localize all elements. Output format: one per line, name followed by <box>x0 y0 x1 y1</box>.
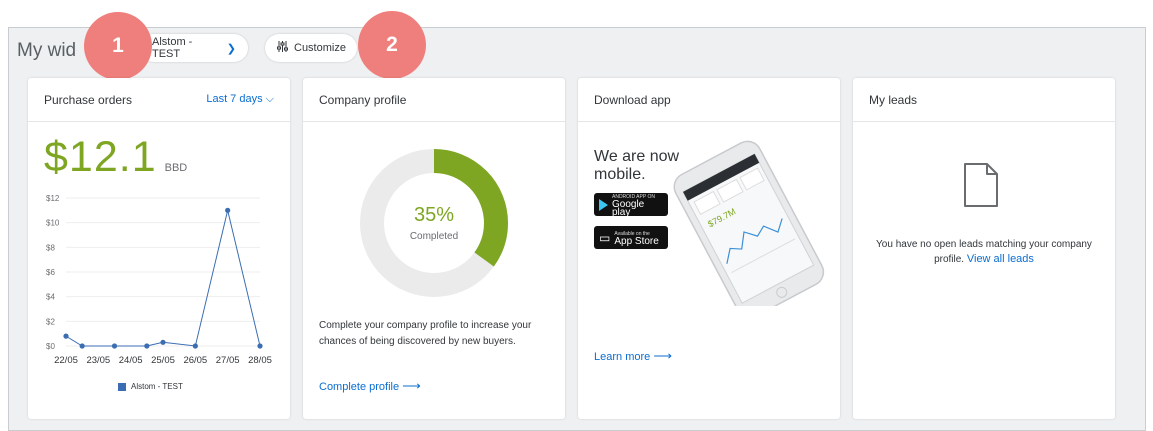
google-play-label: Google play <box>612 201 663 217</box>
x-tick-label: 24/05 <box>119 355 143 366</box>
purchase-orders-chart: $0 $2 $4 $6 $8 $10 $12 22/05 23/05 24/05 25/05 26/0… <box>28 188 290 378</box>
x-tick-label: 25/05 <box>151 355 175 366</box>
data-point <box>160 340 165 345</box>
purchase-amount: $12.1 BBD <box>44 133 187 182</box>
arrow-right-icon: ⟶ <box>653 348 672 363</box>
my-leads-card: My leads You have no open leads matching… <box>853 78 1115 419</box>
y-tick-label: $4 <box>46 293 55 302</box>
amount-value: $12.1 <box>44 133 157 182</box>
complete-profile-link[interactable]: Complete profile ⟶ <box>319 378 421 394</box>
completion-label: Completed <box>303 231 565 242</box>
google-play-button[interactable]: ANDROID APP ON Google play <box>594 193 668 216</box>
chart-legend: Alstom - TEST <box>118 382 183 391</box>
mobile-headline-line-2: mobile. <box>594 166 679 184</box>
sliders-icon <box>277 41 288 55</box>
x-tick-label: 23/05 <box>86 355 110 366</box>
chevron-down-icon: ⌵ <box>266 93 274 105</box>
legend-swatch <box>118 383 126 391</box>
y-tick-label: $6 <box>46 268 55 277</box>
data-point <box>80 343 85 348</box>
customize-button[interactable]: Customize <box>265 34 357 62</box>
company-selector-label: Alstom - TEST <box>152 36 221 60</box>
view-all-leads-link[interactable]: View all leads <box>967 253 1034 265</box>
document-icon <box>963 162 999 208</box>
complete-profile-label: Complete profile <box>319 381 399 393</box>
mobile-headline-line-1: We are now <box>594 148 679 166</box>
company-selector[interactable]: Alstom - TEST ❯ <box>140 34 248 62</box>
data-point <box>225 208 230 213</box>
download-app-header: Download app <box>578 78 840 122</box>
x-tick-label: 26/05 <box>183 355 207 366</box>
y-tick-label: $10 <box>46 219 60 228</box>
apple-icon: ▭ <box>599 231 610 245</box>
y-tick-label: $8 <box>46 243 55 252</box>
y-tick-label: $0 <box>46 342 55 351</box>
step-badge-1: 1 <box>84 12 152 80</box>
legend-label: Alstom - TEST <box>131 382 183 391</box>
y-tick-label: $2 <box>46 317 55 326</box>
company-profile-title: Company profile <box>319 93 406 107</box>
step-badge-2: 2 <box>358 11 426 79</box>
completion-percent: 35% <box>303 204 565 227</box>
arrow-right-icon: ⟶ <box>402 378 421 393</box>
app-store-button[interactable]: ▭ Available on the App Store <box>594 226 668 249</box>
purchase-orders-card: Purchase orders Last 7 days ⌵ $12.1 BBD … <box>28 78 290 419</box>
data-point <box>257 343 262 348</box>
learn-more-link[interactable]: Learn more ⟶ <box>594 348 672 364</box>
profile-description: Complete your company profile to increas… <box>319 318 549 350</box>
my-leads-header: My leads <box>853 78 1115 122</box>
data-point <box>63 334 68 339</box>
mobile-headline: We are now mobile. <box>594 148 679 184</box>
learn-more-label: Learn more <box>594 351 650 363</box>
download-app-title: Download app <box>594 93 671 107</box>
app-store-label: App Store <box>614 238 658 246</box>
customize-label: Customize <box>294 42 346 54</box>
x-tick-label: 27/05 <box>216 355 240 366</box>
purchase-orders-title: Purchase orders <box>44 93 132 107</box>
purchase-orders-header: Purchase orders Last 7 days ⌵ <box>28 78 290 122</box>
company-profile-header: Company profile <box>303 78 565 122</box>
series-line <box>66 210 260 346</box>
chevron-down-icon: ❯ <box>227 42 236 55</box>
google-play-icon <box>599 199 608 211</box>
period-label: Last 7 days <box>206 93 262 105</box>
data-point <box>144 343 149 348</box>
phone-illustration: $79.7M <box>668 136 840 306</box>
page-title: My widgets <box>17 40 77 62</box>
data-point <box>112 343 117 348</box>
period-selector[interactable]: Last 7 days ⌵ <box>206 93 274 106</box>
x-tick-label: 28/05 <box>248 355 272 366</box>
currency-label: BBD <box>165 162 188 174</box>
no-leads-message: You have no open leads matching your com… <box>871 237 1097 267</box>
company-profile-card: Company profile 35% Completed Complete y… <box>303 78 565 419</box>
download-app-card: Download app We are now mobile. ANDROID … <box>578 78 840 419</box>
data-point <box>193 343 198 348</box>
my-leads-title: My leads <box>869 93 917 107</box>
x-tick-label: 22/05 <box>54 355 78 366</box>
y-tick-label: $12 <box>46 194 60 203</box>
